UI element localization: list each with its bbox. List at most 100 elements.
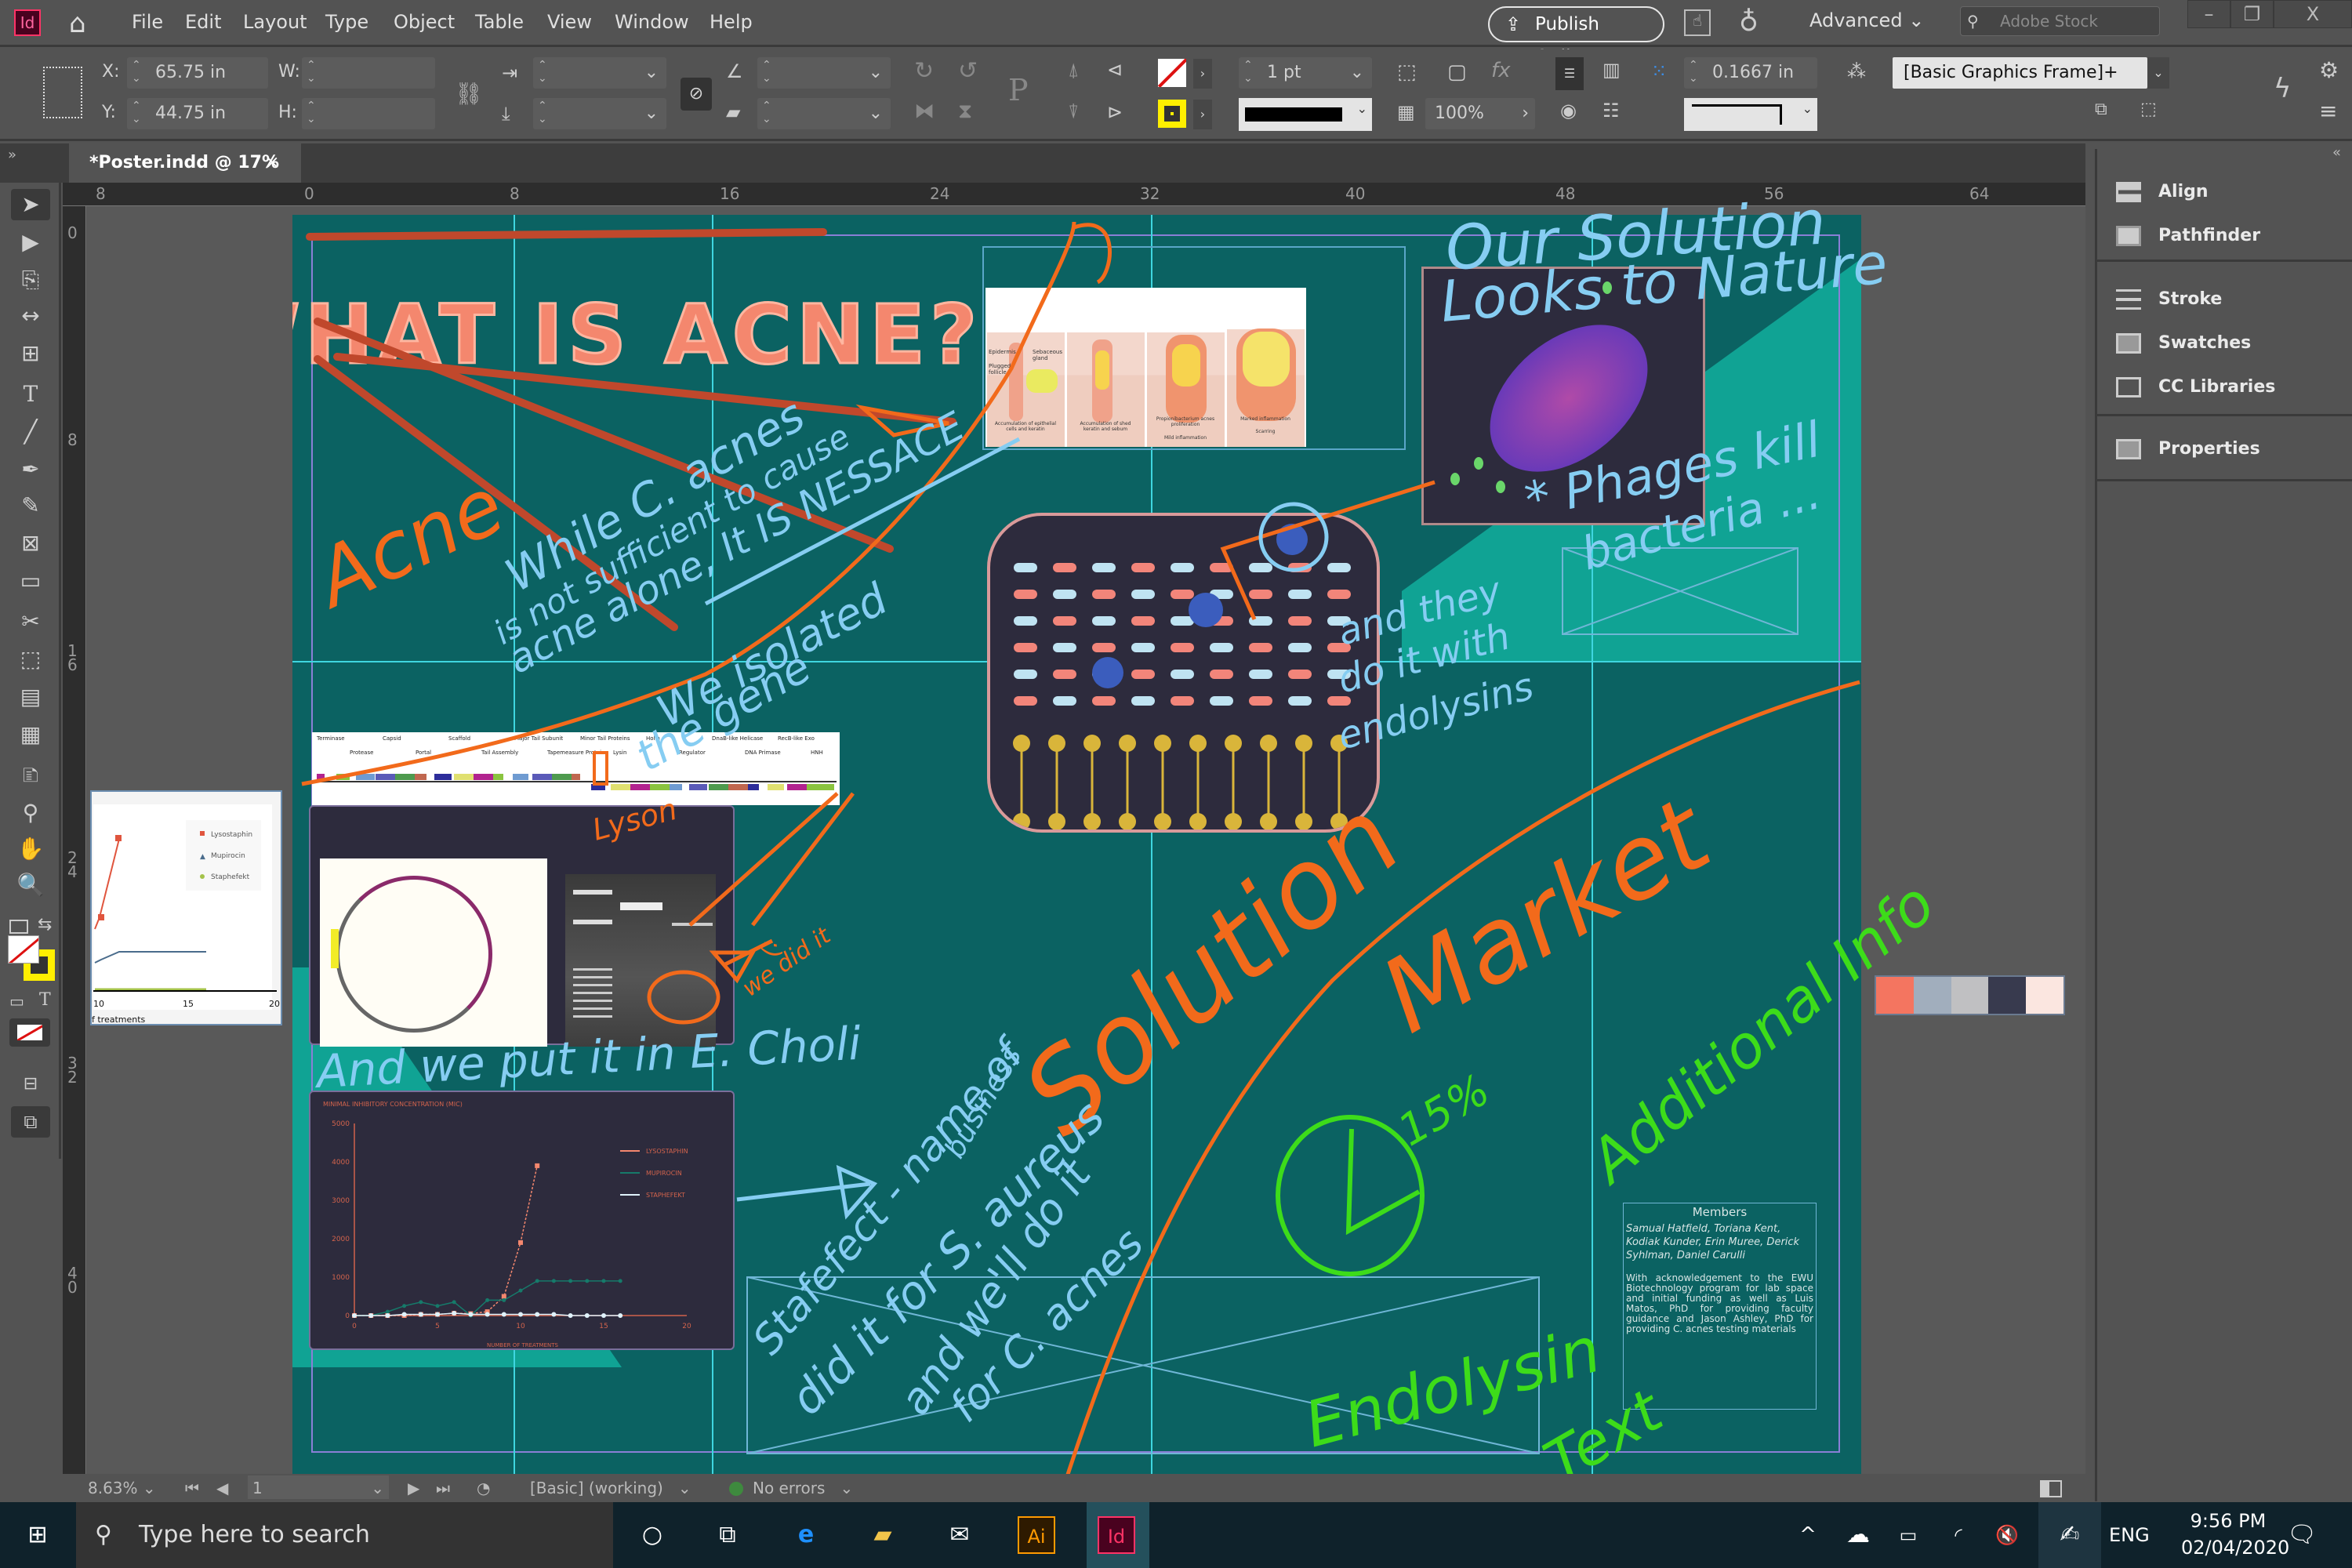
hand-tool-icon[interactable]: ✋ (11, 833, 50, 865)
first-page-icon[interactable]: ⏮ (185, 1479, 199, 1497)
mic-chart-panel[interactable]: MINIMAL INHIBITORY CONCENTRATION (MIC) N… (309, 1091, 735, 1350)
swatch[interactable] (1951, 977, 1989, 1014)
object-styles-icon[interactable]: ⁂ (1847, 60, 1866, 82)
gear-icon[interactable]: ⚙ (2319, 57, 2339, 83)
split-window-icon[interactable] (2040, 1480, 2062, 1497)
width-field[interactable]: ⌃ ⌄ (302, 57, 435, 89)
chevron-right-icon[interactable]: › (1522, 98, 1529, 129)
vertical-ruler[interactable]: 0 8 16 24 32 40 (63, 206, 86, 1474)
chevron-down-icon[interactable]: ⌄ (644, 98, 659, 129)
drop-shadow-icon[interactable]: ▢ (1447, 60, 1467, 84)
scale-y-field[interactable]: ⌃ ⌄ ⌄ (533, 98, 666, 129)
flip-horizontal-icon[interactable]: ⧓ (914, 100, 935, 123)
pencil-tool-icon[interactable]: ✎ (11, 490, 50, 521)
windows-start-icon[interactable]: ⊞ (19, 1516, 56, 1554)
fill-menu-chevron[interactable]: › (1193, 59, 1212, 89)
link-scale-icon[interactable]: ⊘ (681, 78, 712, 111)
cell-wall-endolysin-image[interactable] (987, 513, 1380, 833)
indesign-app-icon[interactable]: Id (1098, 1516, 1135, 1554)
input-language[interactable]: ENG (2109, 1524, 2150, 1546)
line-tool-icon[interactable]: ╱ (11, 416, 50, 448)
reference-point-icon[interactable] (43, 67, 82, 118)
chevron-down-icon[interactable]: ⌄ (1350, 57, 1364, 89)
close-window-button[interactable]: X (2274, 0, 2352, 28)
selection-tool-icon[interactable]: ➤ (11, 189, 50, 220)
stepper-icon[interactable]: ⌃ ⌄ (762, 100, 771, 126)
tab-poster[interactable]: *Poster.indd @ 17% × (69, 143, 301, 183)
zoom-level-field[interactable]: 8.63% ⌄ (88, 1479, 156, 1497)
menu-window[interactable]: Window (615, 11, 689, 33)
color-swatches-strip[interactable] (1875, 975, 2065, 1015)
swatch[interactable] (1913, 977, 1951, 1014)
stroke-weight-field[interactable]: ⌃ ⌄ 1 pt ⌄ (1239, 57, 1372, 89)
phage-bacteria-image[interactable] (1421, 267, 1705, 525)
edge-browser-icon[interactable]: e (787, 1516, 825, 1554)
stepper-icon[interactable]: ⌃ ⌄ (538, 100, 547, 126)
stroke-type-dropdown[interactable]: ⌄ (1239, 98, 1372, 131)
battery-icon[interactable]: ▭ (1889, 1516, 1927, 1554)
stepper-icon[interactable]: ⌃ ⌄ (762, 59, 771, 85)
horizontal-ruler[interactable]: 8 0 8 16 24 32 40 48 56 64 (63, 183, 2085, 206)
direct-selection-tool-icon[interactable]: ▶ (11, 227, 50, 258)
corner-options-dropdown[interactable]: ⌄ (1684, 98, 1817, 131)
formatting-container-icon[interactable]: ▭ (9, 992, 24, 1011)
clear-overrides-icon[interactable]: ⧉ (2095, 100, 2107, 119)
eyedropper-tool-icon[interactable]: ⚲ (11, 797, 50, 829)
free-transform-tool-icon[interactable]: ⬚ (11, 644, 50, 675)
taskbar-search[interactable]: ⚲ Type here to search (76, 1502, 613, 1568)
object-style-dropdown[interactable]: [Basic Graphics Frame]+ (1893, 57, 2147, 89)
gradient-feather-tool-icon[interactable]: ▦ (11, 719, 50, 750)
poster-title[interactable]: WHAT IS ACNE? (292, 286, 982, 384)
task-view-icon[interactable]: ⧉ (709, 1516, 746, 1554)
quick-apply-icon[interactable]: ϟ (2274, 73, 2291, 104)
height-field[interactable]: ⌃ ⌄ (302, 98, 435, 129)
panel-align[interactable]: Align (2116, 182, 2209, 202)
cortana-icon[interactable]: ○ (633, 1516, 671, 1554)
stepper-icon[interactable]: ⌃ ⌄ (307, 100, 316, 126)
show-hidden-icons-chevron[interactable]: ^ (1789, 1516, 1827, 1554)
rectangle-tool-icon[interactable]: ▭ (11, 565, 50, 597)
p-transform-icon[interactable]: P (1008, 73, 1029, 107)
panel-pathfinder[interactable]: Pathfinder (2116, 226, 2260, 246)
pen-tool-icon[interactable]: ✒ (11, 454, 50, 485)
menu-help[interactable]: Help (710, 11, 753, 33)
select-next-icon[interactable]: ⊳ (1107, 101, 1123, 123)
wrap-jump-icon[interactable]: ☷ (1602, 100, 1620, 122)
fx-icon[interactable]: fx (1491, 59, 1511, 82)
wifi-icon[interactable]: ◜ (1940, 1516, 1977, 1554)
collapse-panels-icon[interactable]: « (2332, 144, 2341, 161)
menu-layout[interactable]: Layout (243, 11, 307, 33)
menu-view[interactable]: View (547, 11, 592, 33)
rotate-cw-icon[interactable]: ↻ (914, 57, 934, 85)
gel-electrophoresis-image[interactable] (565, 874, 716, 1047)
chevron-down-icon[interactable]: ⌄ (2147, 57, 2169, 89)
zoom-tool-icon[interactable]: 🔍 (11, 869, 50, 901)
stroke-swatch[interactable] (1158, 100, 1186, 128)
rotation-field[interactable]: ⌃ ⌄ ⌄ (757, 57, 891, 89)
onedrive-cloud-icon[interactable]: ☁ (1839, 1516, 1877, 1554)
menu-file[interactable]: File (132, 11, 163, 33)
swatch[interactable] (1876, 977, 1914, 1014)
flip-vertical-icon[interactable]: ⧗ (958, 100, 972, 124)
page-number-field[interactable]: 1 ⌄ (248, 1475, 389, 1499)
rectangle-frame-tool-icon[interactable]: ⊠ (11, 528, 50, 559)
gap-tool-icon[interactable]: ↔ (11, 300, 50, 332)
volume-muted-icon[interactable]: 🔇 (1988, 1516, 2026, 1554)
swatch[interactable] (1988, 977, 2027, 1014)
stepper-icon[interactable]: ⌃ ⌄ (307, 59, 316, 85)
next-page-icon[interactable]: ▶ (408, 1479, 419, 1497)
text-wrap-icon[interactable]: ☰ (1555, 57, 1584, 90)
wrap-shape-icon[interactable]: ◉ (1560, 100, 1577, 122)
panel-cc-libraries[interactable]: CC Libraries (2116, 377, 2275, 397)
stepper-icon[interactable]: ⌃ ⌄ (538, 59, 547, 85)
offpage-chart-image[interactable]: Lysostaphin ▲ Mupirocin Staphefekt 10 15… (90, 790, 282, 1025)
lightbulb-icon[interactable]: ♁ (1739, 6, 1759, 38)
gradient-swatch-tool-icon[interactable]: ▤ (11, 681, 50, 713)
swap-fill-stroke-icon[interactable]: ⇆ (38, 915, 52, 935)
cloning-results-panel[interactable] (309, 805, 735, 1047)
last-page-icon[interactable]: ⏭ (436, 1479, 450, 1497)
chevron-down-icon[interactable]: ⌄ (869, 98, 883, 129)
menu-type[interactable]: Type (325, 11, 368, 33)
file-explorer-icon[interactable]: ▰ (864, 1516, 902, 1554)
acne-stages-image[interactable]: Epidermis Sebaceous gland Plugged follic… (985, 288, 1306, 447)
